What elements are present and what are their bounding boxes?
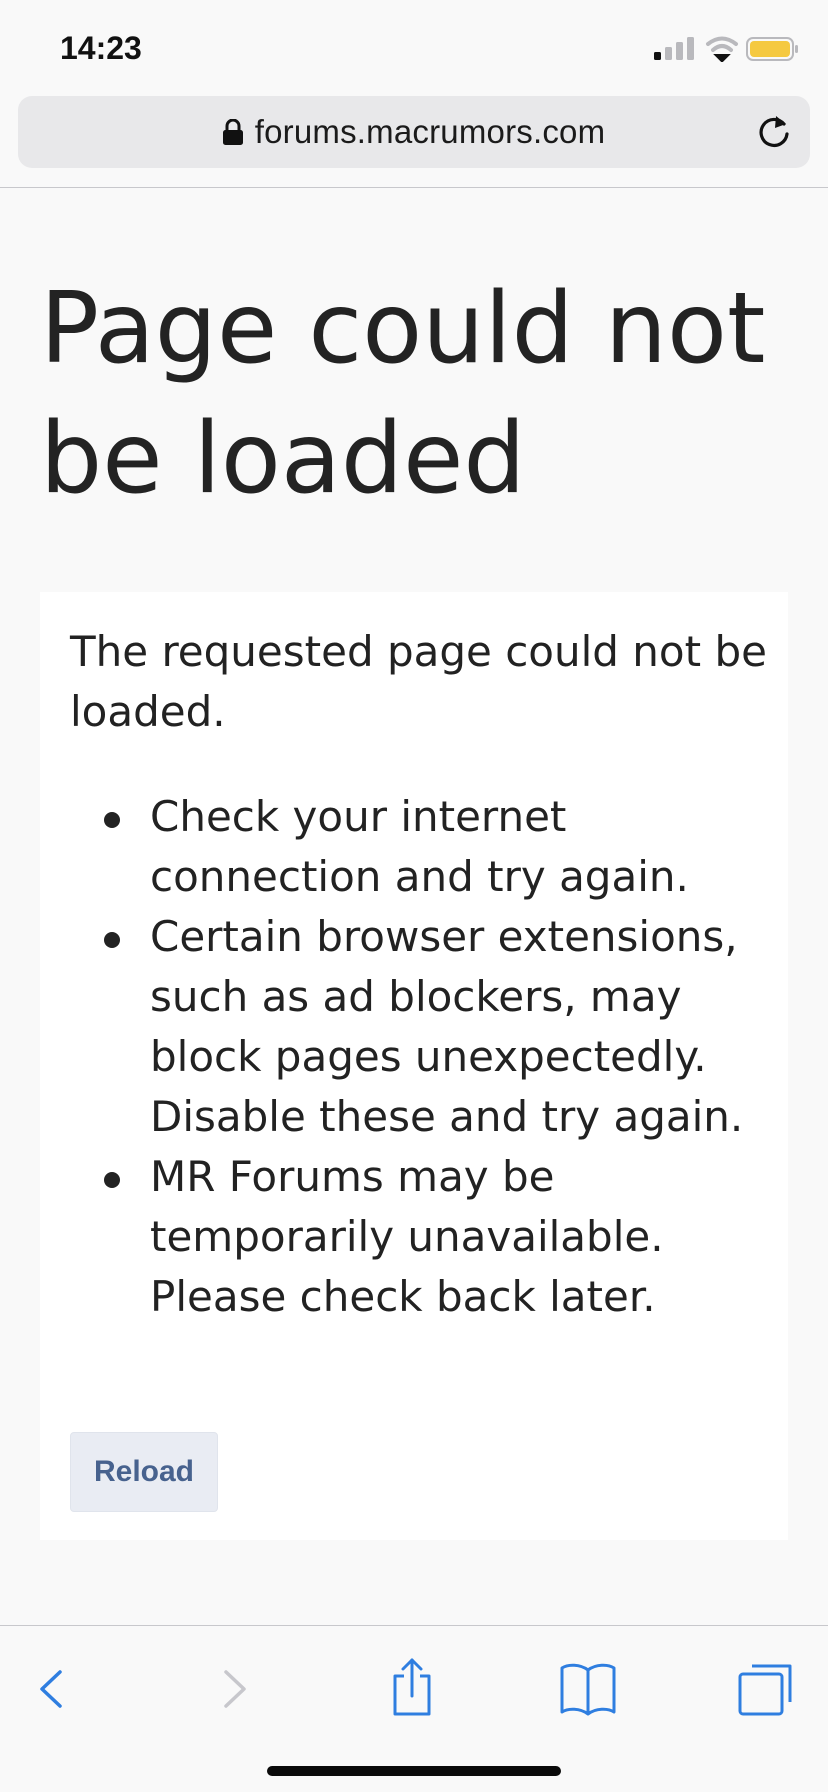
lock-icon bbox=[222, 118, 243, 145]
reload-icon[interactable] bbox=[756, 114, 792, 150]
address-bar[interactable]: forums.macrumors.com bbox=[18, 96, 810, 168]
status-bar: 14:23 bbox=[0, 0, 828, 92]
hint-item-connection: Check your internet connection and try a… bbox=[104, 787, 770, 907]
wifi-icon bbox=[706, 36, 738, 62]
forward-icon[interactable] bbox=[200, 1656, 264, 1720]
status-icons bbox=[654, 36, 798, 62]
hint-list: Check your internet connection and try a… bbox=[104, 787, 770, 1327]
cellular-signal-icon bbox=[654, 37, 694, 60]
battery-icon bbox=[746, 37, 798, 61]
bookmarks-icon[interactable] bbox=[556, 1656, 620, 1720]
back-icon[interactable] bbox=[20, 1656, 84, 1720]
hint-item-extensions: Certain browser extensions, such as ad b… bbox=[104, 907, 770, 1147]
reload-button[interactable]: Reload bbox=[70, 1432, 218, 1512]
home-indicator bbox=[267, 1766, 561, 1776]
address-url-group[interactable]: forums.macrumors.com bbox=[18, 96, 810, 168]
error-intro: The requested page could not be loaded. bbox=[70, 627, 767, 736]
share-icon[interactable] bbox=[380, 1656, 444, 1720]
page-heading: Page could not be loaded bbox=[40, 272, 766, 516]
top-divider bbox=[0, 187, 828, 188]
url-text[interactable]: forums.macrumors.com bbox=[255, 113, 606, 151]
status-time: 14:23 bbox=[60, 30, 142, 66]
tabs-icon[interactable] bbox=[734, 1656, 798, 1720]
browser-screen: 14:23 forums.macrumors.com Page could no… bbox=[0, 0, 828, 1792]
hint-item-unavailable: MR Forums may be temporarily unavailable… bbox=[104, 1147, 770, 1327]
error-card: The requested page could not be loaded. … bbox=[40, 592, 788, 1540]
